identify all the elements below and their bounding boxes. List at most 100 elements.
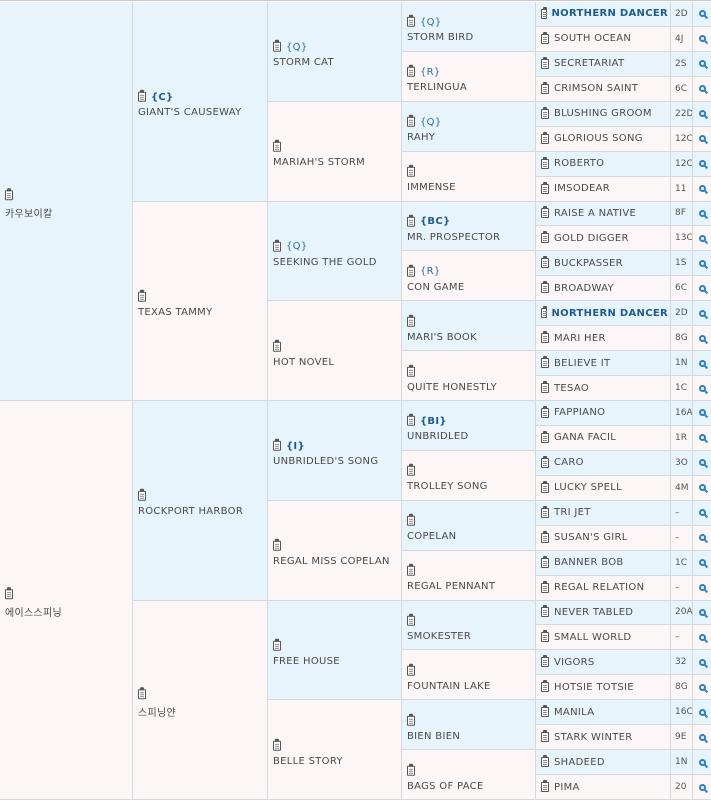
magnifier-icon[interactable] bbox=[698, 633, 706, 641]
clipboard-icon[interactable] bbox=[541, 156, 549, 169]
magnifier-icon[interactable] bbox=[698, 484, 706, 492]
clipboard-icon[interactable] bbox=[541, 106, 549, 119]
gen5-cell[interactable]: GLORIOUS SONG bbox=[536, 126, 671, 152]
gen5-cell[interactable]: SOUTH OCEAN bbox=[536, 26, 671, 52]
gen3-cell[interactable]: FREE HOUSE bbox=[268, 600, 402, 701]
clipboard-icon[interactable] bbox=[541, 655, 549, 668]
search-button[interactable] bbox=[693, 26, 711, 52]
clipboard-icon[interactable] bbox=[541, 31, 549, 44]
horse-name[interactable]: SMALL WORLD bbox=[554, 632, 631, 643]
horse-name[interactable]: STORM CAT bbox=[273, 57, 398, 68]
horse-name[interactable]: HOT NOVEL bbox=[273, 356, 398, 367]
horse-name[interactable]: QUITE HONESTLY bbox=[407, 381, 532, 392]
clipboard-icon[interactable] bbox=[541, 530, 549, 543]
gen1-cell[interactable]: 에이스스피닝 bbox=[0, 401, 133, 800]
gen5-cell[interactable]: HOTSIE TOTSIE bbox=[536, 675, 671, 701]
search-button[interactable] bbox=[693, 126, 711, 152]
horse-name[interactable]: NEVER TABLED bbox=[554, 607, 633, 618]
clipboard-icon[interactable] bbox=[407, 464, 415, 477]
horse-name[interactable]: GANA FACIL bbox=[554, 432, 616, 443]
magnifier-icon[interactable] bbox=[698, 359, 706, 367]
magnifier-icon[interactable] bbox=[698, 185, 706, 193]
magnifier-icon[interactable] bbox=[698, 708, 706, 716]
gen5-cell[interactable]: STARK WINTER bbox=[536, 725, 671, 751]
horse-name[interactable]: FOUNTAIN LAKE bbox=[407, 681, 532, 692]
horse-name[interactable]: BROADWAY bbox=[554, 283, 614, 294]
horse-name[interactable]: UNBRIDLED bbox=[407, 431, 532, 442]
horse-name[interactable]: STORM BIRD bbox=[407, 32, 532, 43]
clipboard-icon[interactable] bbox=[138, 489, 146, 502]
magnifier-icon[interactable] bbox=[698, 658, 706, 666]
horse-name[interactable]: SECRETARIAT bbox=[554, 58, 624, 69]
clipboard-icon[interactable] bbox=[541, 705, 549, 718]
magnifier-icon[interactable] bbox=[698, 85, 706, 93]
gen5-cell[interactable]: BLUSHING GROOM bbox=[536, 101, 671, 127]
clipboard-icon[interactable] bbox=[541, 405, 549, 418]
clipboard-icon[interactable] bbox=[541, 131, 549, 144]
search-button[interactable] bbox=[693, 351, 711, 377]
gen5-cell[interactable]: MARI HER bbox=[536, 326, 671, 352]
clipboard-icon[interactable] bbox=[541, 680, 549, 693]
gen5-cell[interactable]: MANILA bbox=[536, 700, 671, 726]
clipboard-icon[interactable] bbox=[541, 455, 549, 468]
clipboard-icon[interactable] bbox=[273, 40, 281, 53]
horse-name[interactable]: TERLINGUA bbox=[407, 82, 532, 93]
horse-name[interactable]: REGAL RELATION bbox=[554, 582, 644, 593]
horse-name[interactable]: TRI JET bbox=[554, 507, 591, 518]
clipboard-icon[interactable] bbox=[541, 755, 549, 768]
clipboard-icon[interactable] bbox=[273, 239, 281, 252]
clipboard-icon[interactable] bbox=[541, 430, 549, 443]
search-button[interactable] bbox=[693, 450, 711, 476]
gen5-cell[interactable]: NEVER TABLED bbox=[536, 600, 671, 626]
gen4-cell[interactable]: {Q} RAHY bbox=[402, 101, 536, 152]
clipboard-icon[interactable] bbox=[407, 513, 415, 526]
gen3-cell[interactable]: MARIAH'S STORM bbox=[268, 101, 402, 202]
search-button[interactable] bbox=[693, 2, 711, 27]
gen3-cell[interactable]: {I} UNBRIDLED'S SONG bbox=[268, 401, 402, 501]
horse-name[interactable]: LUCKY SPELL bbox=[554, 482, 622, 493]
clipboard-icon[interactable] bbox=[5, 188, 13, 201]
gen5-cell[interactable]: SMALL WORLD bbox=[536, 625, 671, 651]
clipboard-icon[interactable] bbox=[541, 780, 549, 793]
search-button[interactable] bbox=[693, 51, 711, 77]
horse-name[interactable]: MARIAH'S STORM bbox=[273, 157, 398, 168]
magnifier-icon[interactable] bbox=[698, 409, 706, 417]
clipboard-icon[interactable] bbox=[541, 356, 549, 369]
clipboard-icon[interactable] bbox=[407, 65, 415, 78]
clipboard-icon[interactable] bbox=[541, 730, 549, 743]
gen1-cell[interactable]: 카우보이칼 bbox=[0, 2, 133, 401]
magnifier-icon[interactable] bbox=[698, 683, 706, 691]
clipboard-icon[interactable] bbox=[407, 214, 415, 227]
gen5-cell[interactable]: CARO bbox=[536, 450, 671, 476]
search-button[interactable] bbox=[693, 625, 711, 651]
magnifier-icon[interactable] bbox=[698, 135, 706, 143]
horse-name[interactable]: REGAL MISS COPELAN bbox=[273, 556, 398, 567]
magnifier-icon[interactable] bbox=[698, 234, 706, 242]
search-button[interactable] bbox=[693, 201, 711, 227]
horse-name[interactable]: 에이스스피닝 bbox=[5, 604, 129, 619]
clipboard-icon[interactable] bbox=[541, 56, 549, 69]
clipboard-icon[interactable] bbox=[541, 181, 549, 194]
gen3-cell[interactable]: {Q} SEEKING THE GOLD bbox=[268, 201, 402, 302]
search-button[interactable] bbox=[693, 700, 711, 726]
horse-name[interactable]: RAISE A NATIVE bbox=[554, 208, 636, 219]
horse-name[interactable]: BAGS OF PACE bbox=[407, 780, 532, 791]
clipboard-icon[interactable] bbox=[407, 414, 415, 427]
horse-name[interactable]: IMMENSE bbox=[407, 182, 532, 193]
clipboard-icon[interactable] bbox=[273, 738, 281, 751]
gen5-cell[interactable]: SUSAN'S GIRL bbox=[536, 525, 671, 551]
horse-name[interactable]: STARK WINTER bbox=[554, 732, 633, 743]
magnifier-icon[interactable] bbox=[698, 459, 706, 467]
search-button[interactable] bbox=[693, 725, 711, 751]
clipboard-icon[interactable] bbox=[541, 580, 549, 593]
search-button[interactable] bbox=[693, 675, 711, 701]
magnifier-icon[interactable] bbox=[698, 434, 706, 442]
gen3-cell[interactable]: {Q} STORM CAT bbox=[268, 2, 402, 102]
horse-name[interactable]: ROBERTO bbox=[554, 158, 604, 169]
clipboard-icon[interactable] bbox=[541, 281, 549, 294]
horse-name[interactable]: BUCKPASSER bbox=[554, 258, 623, 269]
clipboard-icon[interactable] bbox=[407, 114, 415, 127]
magnifier-icon[interactable] bbox=[698, 160, 706, 168]
magnifier-icon[interactable] bbox=[698, 284, 706, 292]
search-button[interactable] bbox=[693, 251, 711, 277]
